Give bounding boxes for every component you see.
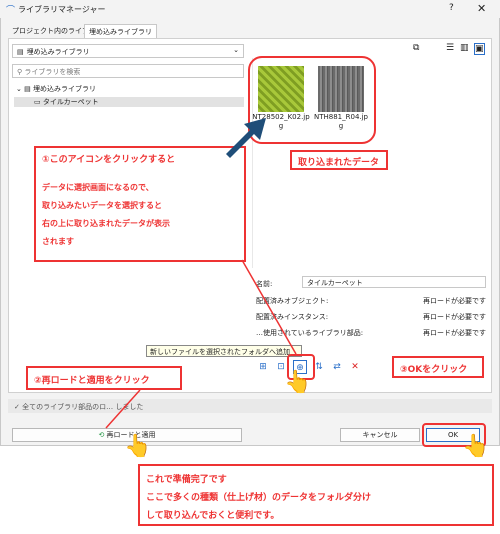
annotation-1-line: 右の上に取り込まれたデータが表示: [42, 219, 170, 228]
imported-data-label-box: 取り込まれたデータ: [290, 150, 388, 170]
hand-pointer-icon: 👆: [462, 434, 490, 459]
search-icon: ⚲: [17, 68, 23, 76]
name-field-value: タイルカーペット: [307, 279, 363, 287]
completion-note-line: これで準備完了です: [146, 475, 227, 485]
chevron-down-icon: ⌄: [233, 46, 239, 54]
annotation-2-text: ②再ロードと適用をクリック: [34, 376, 150, 386]
tab-embedded-library[interactable]: 埋め込みライブラリ: [84, 24, 157, 38]
tree-item-label: 埋め込みライブラリ: [32, 85, 96, 93]
hand-pointer-icon: 👆: [124, 434, 152, 459]
connector-line: [241, 259, 297, 355]
detail-view-icon[interactable]: ▥: [460, 43, 469, 53]
tree-item-tile-carpet[interactable]: ▭ タイルカーペット: [14, 97, 244, 107]
connector-line-stroke: [105, 389, 141, 429]
used-library-parts-value: 再ロードが必要です: [423, 329, 486, 337]
title-bar: ⌒ ライブラリマネージャー ? ✕: [0, 0, 500, 18]
folder-icon: ▭: [34, 98, 41, 106]
library-dropdown-value: 埋め込みライブラリ: [26, 48, 90, 56]
tree-item-label: タイルカーペット: [42, 98, 99, 106]
list-view-icon[interactable]: ☰: [446, 43, 454, 53]
annotation-box-3: ③OKをクリック: [392, 356, 484, 378]
annotation-3-text: ③OKをクリック: [400, 365, 468, 375]
window-title: ライブラリマネージャー: [18, 5, 106, 14]
delete-icon[interactable]: ✕: [348, 360, 362, 374]
annotation-1-line: 取り込みたいデータを選択すると: [42, 201, 162, 210]
grid-view-icon[interactable]: ▣: [474, 43, 485, 55]
connector-line-stroke: [241, 259, 297, 355]
name-field[interactable]: タイルカーペット: [302, 276, 486, 288]
annotation-1-line: されます: [42, 237, 74, 246]
folder-view-icon[interactable]: ⧉: [413, 43, 419, 53]
status-bar: ✓ 全てのライブラリ部品のロ… しました: [8, 399, 492, 413]
library-manager-icon: ⌒: [6, 6, 16, 16]
connector-line: [105, 389, 141, 429]
arrow-shape: [226, 118, 266, 158]
library-icon: ▤: [24, 85, 31, 93]
library-dropdown[interactable]: ▤ 埋め込みライブラリ ⌄: [12, 44, 244, 58]
completion-note-line: ここで多くの種類（仕上げ材）のデータをフォルダ分け: [146, 493, 372, 503]
completion-note-line: して取り込んでおくと便利です。: [146, 511, 280, 521]
reload-icon: ⟲: [98, 431, 105, 439]
replace-file-icon[interactable]: ⇄: [330, 360, 344, 374]
imported-data-label: 取り込まれたデータ: [298, 158, 380, 168]
search-placeholder: ライブラリを検索: [24, 68, 81, 76]
annotation-box-2: ②再ロードと適用をクリック: [26, 366, 182, 390]
annotation-1-line: データに選択画面になるので、: [42, 183, 154, 192]
annotation-1-title: ①このアイコンをクリックすると: [42, 155, 176, 165]
placed-instances-value: 再ロードが必要です: [423, 313, 486, 321]
cancel-button[interactable]: キャンセル: [340, 428, 420, 442]
library-icon: ▤: [17, 48, 24, 56]
pointer-arrow: [226, 118, 266, 158]
hand-pointer-icon: 👆: [284, 370, 312, 395]
completion-note-box: これで準備完了です ここで多くの種類（仕上げ材）のデータをフォルダ分け して取り…: [138, 464, 494, 526]
close-button[interactable]: ✕: [477, 2, 486, 15]
chevron-down-icon: ⌄: [16, 85, 22, 93]
annotation-box-1: ①このアイコンをクリックすると データに選択画面になるので、 取り込みたいデータ…: [34, 146, 246, 262]
help-button[interactable]: ?: [449, 3, 454, 13]
tree-item-embedded-library[interactable]: ⌄ ▤ 埋め込みライブラリ: [16, 84, 96, 94]
search-input[interactable]: ⚲ ライブラリを検索: [12, 64, 244, 78]
add-folder-icon[interactable]: ⊞: [256, 360, 270, 374]
placed-objects-value: 再ロードが必要です: [423, 297, 486, 305]
